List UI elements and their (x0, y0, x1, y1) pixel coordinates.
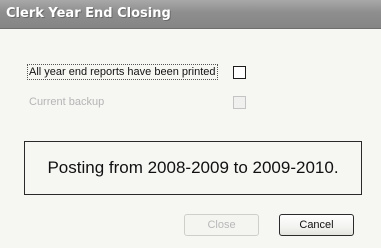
cancel-button[interactable]: Cancel (279, 214, 354, 236)
window-title: Clerk Year End Closing (6, 6, 171, 21)
reports-printed-label[interactable]: All year end reports have been printed (27, 64, 218, 80)
current-backup-label: Current backup (29, 96, 105, 108)
cancel-button-label: Cancel (299, 219, 334, 231)
posting-message-panel: Posting from 2008-2009 to 2009-2010. (24, 141, 362, 195)
close-button: Close (184, 214, 259, 236)
reports-printed-checkbox[interactable] (233, 66, 246, 79)
title-bar[interactable]: Clerk Year End Closing (0, 0, 381, 29)
dialog-window: Clerk Year End Closing All year end repo… (0, 0, 381, 248)
posting-message: Posting from 2008-2009 to 2009-2010. (47, 158, 339, 177)
current-backup-checkbox (233, 96, 246, 109)
option-reports-printed-row[interactable]: All year end reports have been printed (0, 64, 381, 82)
dialog-body: All year end reports have been printed C… (0, 29, 381, 248)
close-button-label: Close (207, 219, 236, 231)
option-current-backup-row: Current backup (0, 94, 381, 112)
